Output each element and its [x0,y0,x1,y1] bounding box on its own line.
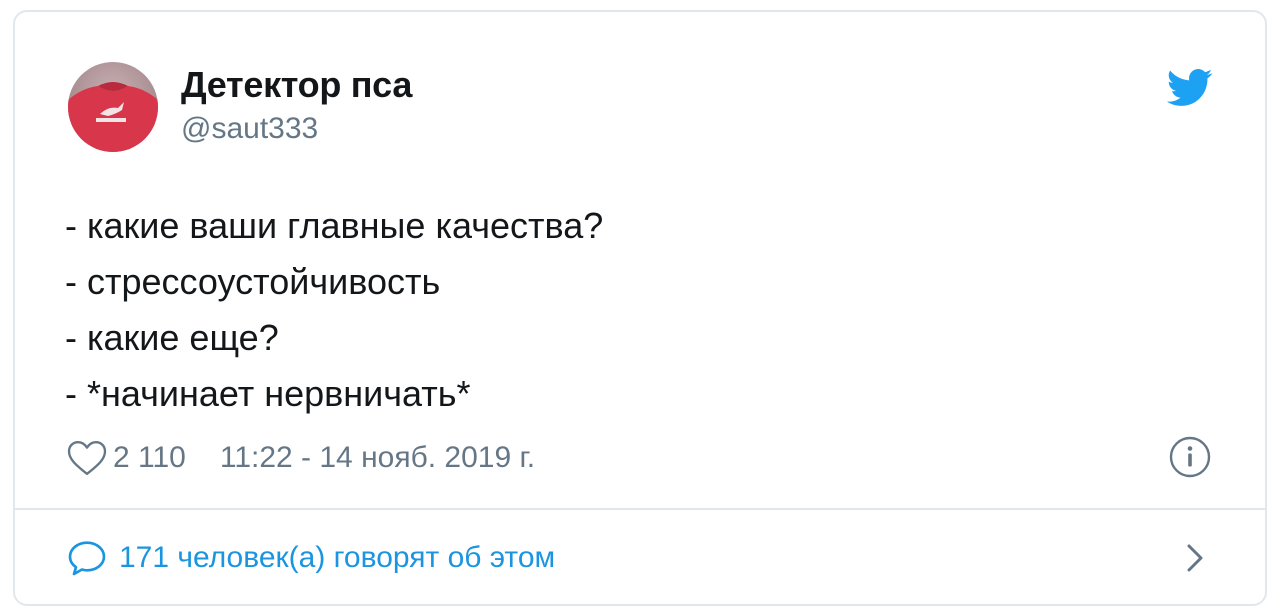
info-icon[interactable] [1169,436,1211,478]
tweet-line: - *начинает нервничать* [65,373,471,414]
heart-outline-icon [67,441,107,476]
tweet-text: - какие ваши главные качества? - стрессо… [65,198,603,422]
tweet-meta-row: 2 110 11:22 - 14 нояб. 2019 г. [67,438,535,478]
like-button[interactable]: 2 110 [67,439,186,477]
tweet-line: - какие ваши главные качества? [65,205,604,246]
tweet-line: - какие еще? [65,317,279,358]
conversation-text: 171 человек(а) говорят об этом [119,541,556,574]
chevron-right-icon[interactable] [1181,540,1209,576]
tweet-line: - стрессоустойчивость [65,261,441,302]
twitter-bird-icon[interactable] [1167,68,1213,108]
tweet-card: Детектор пса @saut333 - какие ваши главн… [13,10,1267,606]
divider [15,508,1265,510]
tweet-timestamp[interactable]: 11:22 - 14 нояб. 2019 г. [220,441,535,475]
avatar[interactable] [68,62,158,152]
speech-bubble-icon [68,541,106,576]
user-handle[interactable]: @saut333 [181,112,318,146]
display-name[interactable]: Детектор пса [181,64,412,106]
like-count: 2 110 [113,441,186,474]
conversation-link[interactable]: 171 человек(а) говорят об этом [67,532,555,584]
